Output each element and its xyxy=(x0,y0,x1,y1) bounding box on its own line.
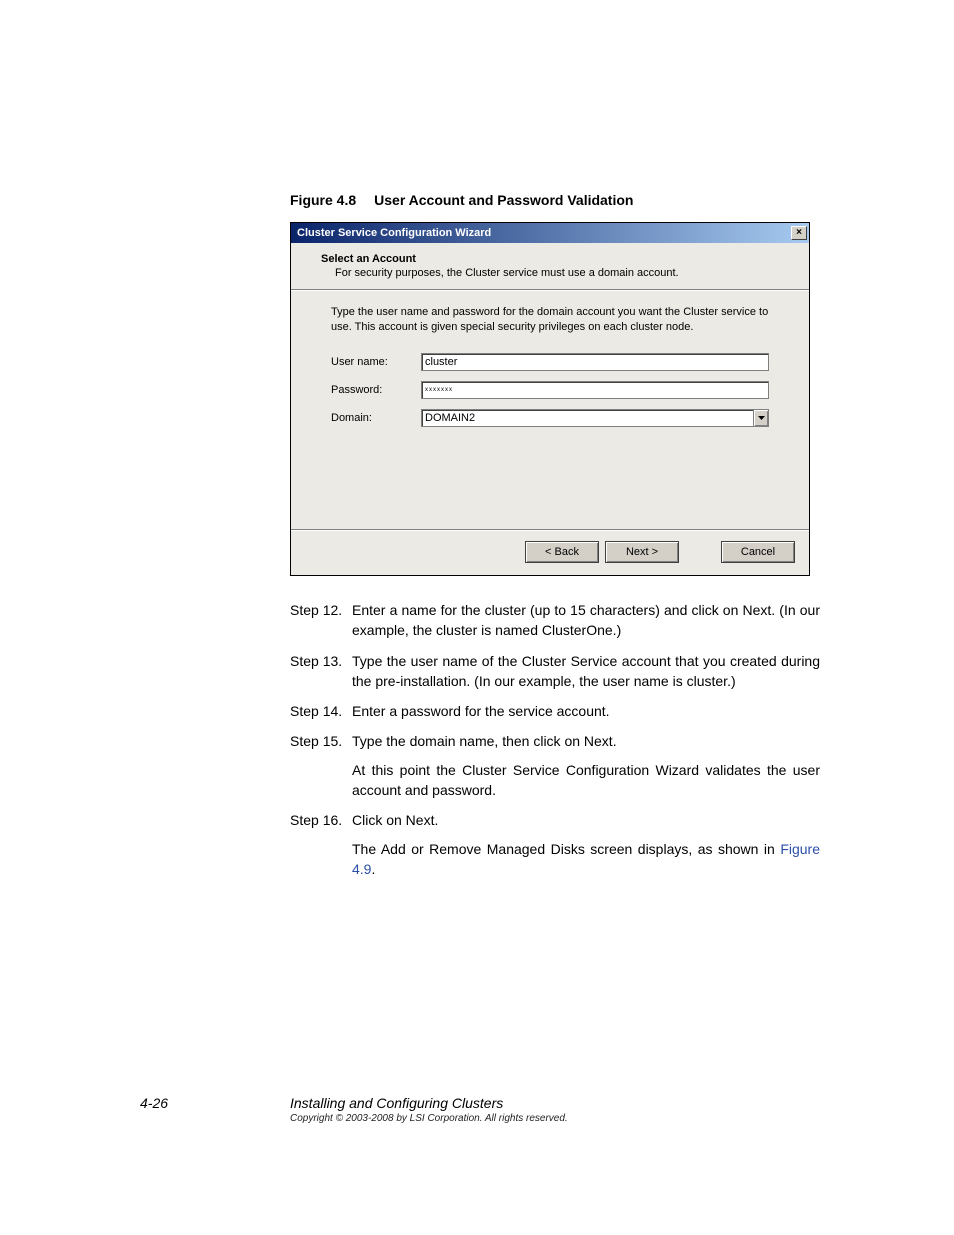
step-label: Step 15. xyxy=(290,731,352,800)
step-14: Step 14. Enter a password for the servic… xyxy=(290,701,820,721)
main-content: Figure 4.8 User Account and Password Vali… xyxy=(290,192,820,889)
dialog-titlebar: Cluster Service Configuration Wizard × xyxy=(291,223,809,243)
step-body: Enter a name for the cluster (up to 15 c… xyxy=(352,600,820,641)
username-label: User name: xyxy=(331,356,421,368)
dialog-body: Type the user name and password for the … xyxy=(291,290,809,530)
dialog-heading: Select an Account xyxy=(321,253,779,265)
domain-combobox[interactable] xyxy=(421,409,769,427)
figure-label: Figure 4.8 xyxy=(290,192,356,208)
dialog-instruction: Type the user name and password for the … xyxy=(331,305,769,335)
dialog-button-row: < Back Next > Cancel xyxy=(291,530,809,575)
domain-row: Domain: xyxy=(331,409,769,427)
document-page: Figure 4.8 User Account and Password Vali… xyxy=(0,0,954,1235)
footer-copyright: Copyright © 2003-2008 by LSI Corporation… xyxy=(290,1113,568,1124)
step-body: Type the user name of the Cluster Servic… xyxy=(352,651,820,692)
step-12: Step 12. Enter a name for the cluster (u… xyxy=(290,600,820,641)
step-body: Type the domain name, then click on Next… xyxy=(352,731,820,800)
dialog-title: Cluster Service Configuration Wizard xyxy=(297,227,791,239)
steps-list: Step 12. Enter a name for the cluster (u… xyxy=(290,600,820,879)
domain-label: Domain: xyxy=(331,412,421,424)
password-label: Password: xyxy=(331,384,421,396)
step-body: Click on Next. The Add or Remove Managed… xyxy=(352,810,820,879)
step-label: Step 12. xyxy=(290,600,352,641)
next-button[interactable]: Next > xyxy=(605,541,679,563)
dialog-subheading: For security purposes, the Cluster servi… xyxy=(335,267,779,279)
back-button[interactable]: < Back xyxy=(525,541,599,563)
step-body: Enter a password for the service account… xyxy=(352,701,820,721)
cancel-button[interactable]: Cancel xyxy=(721,541,795,563)
step-label: Step 16. xyxy=(290,810,352,879)
password-row: Password: xyxy=(331,381,769,399)
step-13: Step 13. Type the user name of the Clust… xyxy=(290,651,820,692)
username-input[interactable] xyxy=(421,353,769,371)
domain-input[interactable] xyxy=(421,409,753,427)
step-16: Step 16. Click on Next. The Add or Remov… xyxy=(290,810,820,879)
page-number: 4-26 xyxy=(140,1095,168,1111)
chevron-down-icon xyxy=(758,416,765,420)
domain-dropdown-button[interactable] xyxy=(753,409,769,427)
wizard-dialog: Cluster Service Configuration Wizard × S… xyxy=(290,222,810,576)
step-label: Step 14. xyxy=(290,701,352,721)
footer-title: Installing and Configuring Clusters xyxy=(290,1095,503,1111)
figure-caption: Figure 4.8 User Account and Password Vali… xyxy=(290,192,820,208)
dialog-header-pane: Select an Account For security purposes,… xyxy=(291,243,809,290)
password-input[interactable] xyxy=(421,381,769,399)
username-row: User name: xyxy=(331,353,769,371)
step-15: Step 15. Type the domain name, then clic… xyxy=(290,731,820,800)
close-button[interactable]: × xyxy=(791,226,807,240)
figure-title: User Account and Password Validation xyxy=(374,192,633,208)
step-label: Step 13. xyxy=(290,651,352,692)
close-icon: × xyxy=(796,228,802,238)
